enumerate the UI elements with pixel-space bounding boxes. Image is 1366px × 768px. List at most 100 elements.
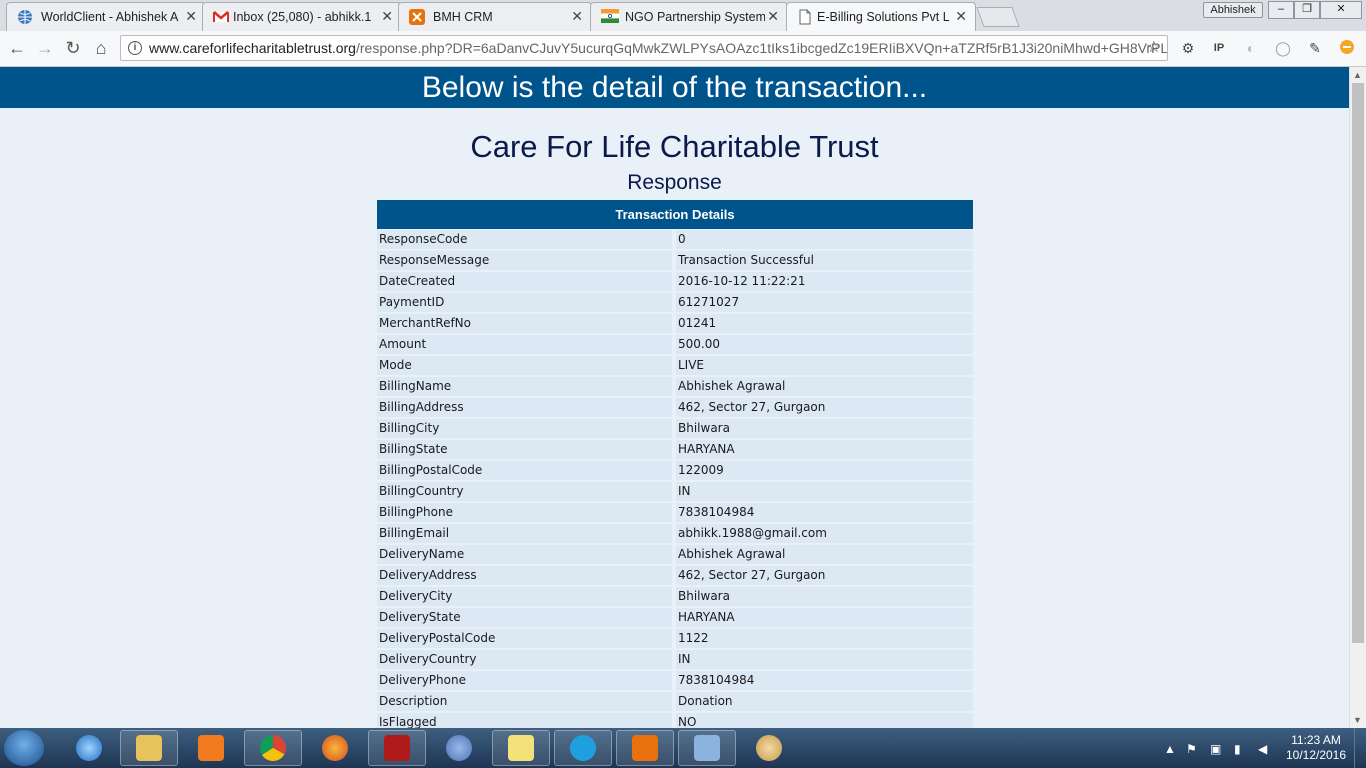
table-row: DeliveryCountry IN <box>377 649 973 670</box>
tab-label: E-Billing Solutions Pvt Ltd <box>817 10 949 24</box>
field-value: Donation <box>676 692 973 711</box>
profile-button[interactable]: Abhishek <box>1203 2 1263 18</box>
new-tab-button[interactable] <box>976 7 1020 27</box>
field-name: BillingCity <box>377 419 672 438</box>
gear-icon[interactable]: ⚙ <box>1179 39 1197 57</box>
field-name: Mode <box>377 356 672 375</box>
table-header: Transaction Details <box>377 200 973 229</box>
field-value: IN <box>676 650 973 669</box>
back-button[interactable]: ← <box>6 37 28 59</box>
close-icon[interactable]: ✕ <box>955 8 967 25</box>
taskbar-skype[interactable] <box>554 730 612 766</box>
field-name: ResponseCode <box>377 230 672 249</box>
taskbar-sticky-notes[interactable] <box>492 730 550 766</box>
extension-icon[interactable]: ✎ <box>1306 39 1324 57</box>
scroll-up-icon[interactable]: ▲ <box>1353 70 1362 80</box>
field-value: 01241 <box>676 314 973 333</box>
field-name: DeliveryName <box>377 545 672 564</box>
field-name: DeliveryAddress <box>377 566 672 585</box>
forward-button[interactable]: → <box>34 37 56 59</box>
firefox-icon <box>322 735 348 761</box>
table-row: BillingPostalCode 122009 <box>377 460 973 481</box>
transaction-table: Transaction Details ResponseCode 0 Respons… <box>377 200 973 728</box>
show-desktop-button[interactable] <box>1354 728 1366 768</box>
field-name: DeliveryCity <box>377 587 672 606</box>
table-row: BillingState HARYANA <box>377 439 973 460</box>
taskbar-media-player[interactable] <box>182 730 240 766</box>
device-icon[interactable]: ▣ <box>1210 742 1221 756</box>
info-icon[interactable]: i <box>128 41 142 55</box>
folder-icon <box>136 735 162 761</box>
ip-extension-icon[interactable]: IP <box>1210 39 1228 57</box>
pdf-icon <box>384 735 410 761</box>
globe-icon <box>17 9 33 25</box>
taskbar-chrome[interactable] <box>244 730 302 766</box>
table-row: BillingEmail abhikk.1988@gmail.com <box>377 523 973 544</box>
table-row: BillingCity Bhilwara <box>377 418 973 439</box>
taskbar-xampp[interactable] <box>616 730 674 766</box>
field-name: DeliveryState <box>377 608 672 627</box>
taskbar-acrobat[interactable] <box>368 730 426 766</box>
xampp-icon <box>409 9 425 25</box>
tab-e-billing[interactable]: E-Billing Solutions Pvt Ltd ✕ <box>786 2 976 31</box>
chevron-up-icon[interactable]: ▲ <box>1164 742 1176 756</box>
table-body: ResponseCode 0 ResponseMessage Transaction … <box>377 229 973 728</box>
field-value: 500.00 <box>676 335 973 354</box>
field-name: BillingPhone <box>377 503 672 522</box>
field-value: 2016-10-12 11:22:21 <box>676 272 973 291</box>
volume-muted-icon[interactable]: ◀ <box>1258 742 1267 756</box>
table-row: ResponseMessage Transaction Successful <box>377 250 973 271</box>
minimize-button[interactable]: – <box>1268 1 1294 19</box>
taskbar-paint[interactable] <box>740 730 798 766</box>
network-icon[interactable]: ▮ <box>1234 742 1241 756</box>
org-title: Care For Life Charitable Trust <box>470 129 879 164</box>
tab-label: WorldClient - Abhishek A <box>41 10 179 24</box>
address-bar[interactable]: i www.careforlifecharitabletrust.org/res… <box>120 35 1168 61</box>
field-value: Abhishek Agrawal <box>676 377 973 396</box>
scroll-down-icon[interactable]: ▼ <box>1353 715 1362 725</box>
close-icon[interactable]: ✕ <box>571 8 583 25</box>
scroll-thumb[interactable] <box>1352 83 1364 643</box>
page-content: Below is the detail of the transaction..… <box>0 67 1349 728</box>
table-row: Amount 500.00 <box>377 334 973 355</box>
restore-button[interactable]: ❐ <box>1294 1 1320 19</box>
table-row: DeliveryCity Bhilwara <box>377 586 973 607</box>
taskbar-firefox[interactable] <box>306 730 364 766</box>
field-name: DeliveryCountry <box>377 650 672 669</box>
box-icon <box>694 735 720 761</box>
extension-icon[interactable]: ◯ <box>1274 39 1292 57</box>
skype-icon <box>570 735 596 761</box>
close-icon[interactable]: ✕ <box>767 8 779 25</box>
taskbar-virtualbox[interactable] <box>678 730 736 766</box>
reload-button[interactable]: ↻ <box>62 37 84 59</box>
menu-icon[interactable] <box>1338 39 1356 57</box>
taskbar-clock[interactable]: 11:23 AM 10/12/2016 <box>1284 733 1348 763</box>
extension-icon[interactable]: ◐ <box>1242 39 1260 57</box>
tab-worldclient[interactable]: WorldClient - Abhishek A ✕ <box>6 2 206 31</box>
start-button[interactable] <box>4 730 44 766</box>
url-path: /response.php?DR=6aDanvCJuvY5ucurqGqMwkZ… <box>355 40 1168 56</box>
taskbar-explorer[interactable] <box>120 730 178 766</box>
field-name: Description <box>377 692 672 711</box>
home-button[interactable]: ⌂ <box>90 37 112 59</box>
taskbar-chrome-canary[interactable] <box>430 730 488 766</box>
tab-inbox[interactable]: Inbox (25,080) - abhikk.1 ✕ <box>202 2 402 31</box>
table-row: BillingPhone 7838104984 <box>377 502 973 523</box>
star-icon[interactable]: ☆ <box>1147 36 1161 60</box>
close-icon[interactable]: ✕ <box>381 8 393 25</box>
field-name: IsFlagged <box>377 713 672 728</box>
tab-bmh-crm[interactable]: BMH CRM ✕ <box>398 2 592 31</box>
taskbar-ie[interactable] <box>60 730 118 766</box>
clock-date: 10/12/2016 <box>1285 748 1347 762</box>
close-icon[interactable]: ✕ <box>185 8 197 25</box>
field-value: Abhishek Agrawal <box>676 545 973 564</box>
vertical-scrollbar[interactable]: ▲ ▼ <box>1349 67 1366 728</box>
table-row: IsFlagged NO <box>377 712 973 728</box>
field-name: DeliveryPhone <box>377 671 672 690</box>
field-name: BillingState <box>377 440 672 459</box>
table-row: ResponseCode 0 <box>377 229 973 250</box>
action-center-icon[interactable]: ⚑ <box>1186 742 1197 756</box>
field-name: MerchantRefNo <box>377 314 672 333</box>
close-window-button[interactable]: ✕ <box>1320 1 1362 19</box>
tab-ngo-partnership[interactable]: NGO Partnership System ✕ <box>590 2 788 31</box>
